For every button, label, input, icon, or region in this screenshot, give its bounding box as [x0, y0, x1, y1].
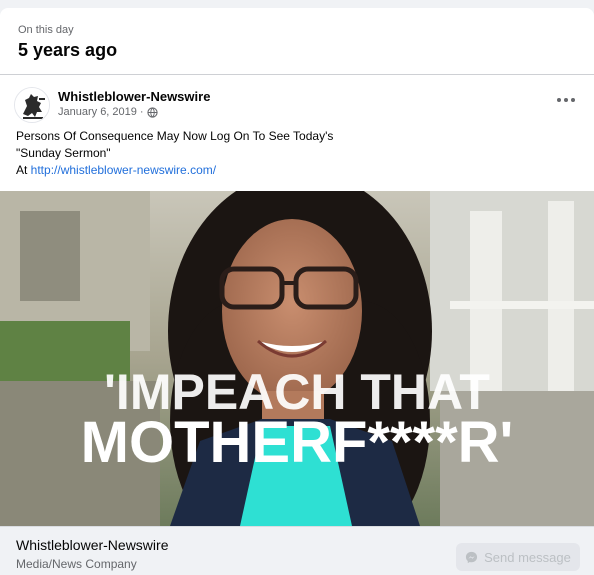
memory-kicker: On this day — [18, 24, 74, 36]
memory-header: On this day 5 years ago — [0, 8, 594, 74]
send-message-button[interactable]: Send message — [456, 543, 580, 571]
page-footer: Whistleblower-Newswire Media/News Compan… — [0, 526, 594, 575]
post-text-line3: At http://whistleblower-newswire.com/ — [16, 162, 576, 179]
post-text-line2: "Sunday Sermon" — [16, 146, 111, 160]
footer-page-name[interactable]: Whistleblower-Newswire — [16, 537, 168, 553]
image-caption-line2: MOTHERF****R' — [80, 410, 514, 475]
footer-category: Media/News Company — [16, 557, 137, 571]
memory-title: 5 years ago — [18, 40, 118, 60]
post-image[interactable]: 'IMPEACH THAT MOTHERF****R' — [0, 191, 594, 526]
memory-frame: On this day 5 years ago Whistleblower-Ne… — [0, 0, 594, 575]
send-message-label: Send message — [484, 549, 571, 565]
more-options-icon[interactable] — [554, 91, 578, 109]
post-link[interactable]: http://whistleblower-newswire.com/ — [31, 163, 216, 177]
post-text-prefix: At — [16, 163, 31, 177]
post-date[interactable]: January 6, 2019 — [58, 106, 137, 118]
avatar[interactable] — [14, 87, 50, 123]
post-author[interactable]: Whistleblower-Newswire — [58, 89, 210, 104]
post-card: Whistleblower-Newswire January 6, 2019 ·… — [0, 75, 594, 575]
post-meta: January 6, 2019 · — [58, 106, 158, 118]
messenger-icon — [466, 551, 478, 563]
meta-separator: · — [139, 106, 144, 118]
post-text-line1: Persons Of Consequence May Now Log On To… — [16, 129, 334, 143]
post-text: Persons Of Consequence May Now Log On To… — [16, 128, 576, 179]
whistleblower-logo-icon — [15, 88, 49, 122]
globe-icon — [146, 106, 158, 118]
